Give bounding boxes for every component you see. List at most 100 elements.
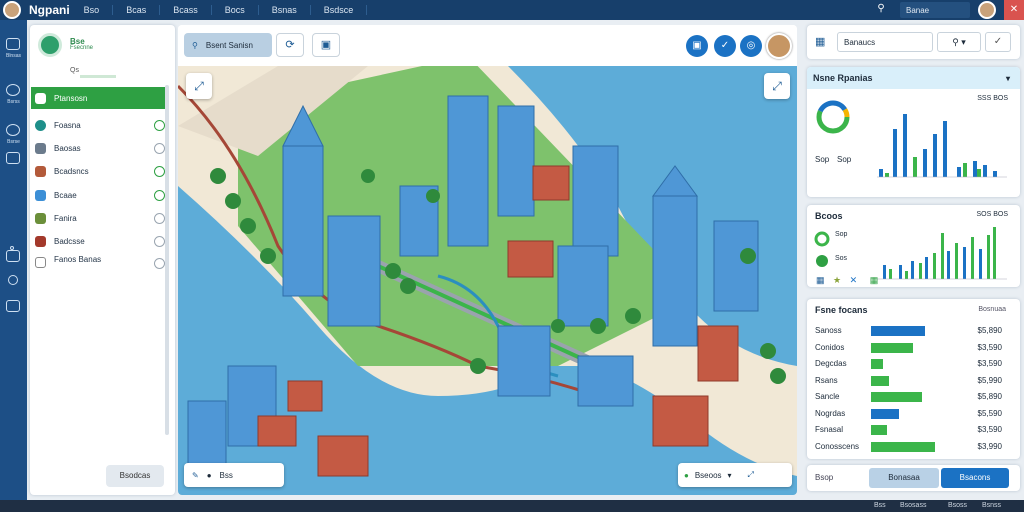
- sidebar-item-label: Badcsse: [54, 236, 85, 246]
- check-toggle[interactable]: [154, 258, 165, 269]
- card-1-stat: Sop: [837, 155, 852, 164]
- check-toggle[interactable]: [154, 165, 165, 177]
- bookmark-icon[interactable]: ▣: [686, 35, 708, 57]
- target-icon[interactable]: ◎: [740, 35, 762, 57]
- ranking-row[interactable]: Conidos $3,590: [807, 340, 1020, 356]
- scrollbar[interactable]: [165, 85, 169, 435]
- pin-icon[interactable]: ●: [207, 471, 212, 480]
- sidebar-item[interactable]: Badcsse: [31, 230, 165, 252]
- ranking-row[interactable]: Sanoss $5,890: [807, 323, 1020, 339]
- route-icon: [35, 189, 46, 201]
- tree-icon: [35, 212, 46, 224]
- top-nav-item[interactable]: Bso: [84, 5, 114, 15]
- close-icon[interactable]: ✕: [1004, 0, 1024, 20]
- map-br-label[interactable]: Bseoos: [695, 471, 722, 480]
- check-toggle[interactable]: [154, 235, 165, 247]
- map-search[interactable]: ⚲ Bsent Sanisn: [184, 33, 272, 57]
- grid-icon[interactable]: ▦: [815, 35, 825, 48]
- globe-icon[interactable]: [6, 84, 20, 96]
- card-1-stat: Sop: [815, 155, 830, 164]
- sidebar-action-button[interactable]: Bsodcas: [106, 465, 164, 487]
- sidebar-item-label: Bcadsncs: [54, 166, 89, 176]
- footer-link[interactable]: Bsop: [815, 473, 833, 482]
- legend-icon: ★: [833, 275, 842, 285]
- account-avatar[interactable]: [978, 1, 996, 19]
- sidebar-item[interactable]: Fanira: [31, 207, 165, 229]
- expand-icon[interactable]: ⤢: [186, 73, 212, 99]
- sidebar-item[interactable]: Fanos Banas: [31, 255, 165, 281]
- top-nav-item[interactable]: Bsdsce: [324, 5, 368, 15]
- top-search-field[interactable]: Banae: [900, 2, 970, 18]
- filter-icon[interactable]: ●: [684, 471, 689, 480]
- pen-icon[interactable]: ✎: [192, 471, 199, 480]
- ranking-row[interactable]: Conosscens $3,990: [807, 439, 1020, 455]
- sidebar-item-label: Fanos Banas: [54, 255, 102, 264]
- layers-icon[interactable]: [6, 124, 20, 136]
- status-item[interactable]: Bsosass: [900, 502, 926, 509]
- top-nav-item[interactable]: Bsnas: [272, 5, 311, 15]
- sidebar-item-active[interactable]: Ptansosn: [31, 87, 165, 109]
- folder-icon[interactable]: [6, 38, 20, 50]
- sidebar-item[interactable]: Bcadsncs: [31, 160, 165, 182]
- map-bl-label[interactable]: Bss: [220, 471, 233, 480]
- sidebar-item-label: Bcaae: [54, 190, 77, 200]
- ranking-row[interactable]: Rsans $5,990: [807, 373, 1020, 389]
- camera-icon[interactable]: [6, 250, 20, 262]
- ranking-row[interactable]: Sancle $5,890: [807, 389, 1020, 405]
- search-icon[interactable]: ⚲: [874, 3, 888, 17]
- chevron-down-icon[interactable]: ▾: [1006, 74, 1010, 83]
- user-avatar[interactable]: [3, 1, 21, 19]
- search-button[interactable]: ⚲ ▾: [937, 32, 981, 52]
- city-map[interactable]: [178, 66, 797, 495]
- card-1-title: Nsne Rpanias: [813, 73, 873, 83]
- primary-button[interactable]: Bsacons: [941, 468, 1009, 488]
- secondary-button[interactable]: Bonasaa: [869, 468, 939, 488]
- top-nav-item[interactable]: Bcass: [173, 5, 212, 15]
- top-nav-item[interactable]: Bcas: [126, 5, 161, 15]
- grid-icon[interactable]: [6, 300, 20, 312]
- check-button[interactable]: ✓: [985, 32, 1011, 52]
- ranking-bar: [871, 441, 935, 452]
- check-toggle[interactable]: [154, 189, 165, 201]
- card-3-hint[interactable]: Bosnuaa: [978, 306, 1006, 313]
- check-toggle[interactable]: [154, 212, 165, 224]
- status-item[interactable]: Bsoss: [948, 502, 967, 509]
- settings-icon[interactable]: [8, 275, 18, 285]
- ranking-label: Rsans: [815, 375, 838, 385]
- ranking-row[interactable]: Fsnasal $3,590: [807, 422, 1020, 438]
- profile-avatar[interactable]: [766, 33, 792, 59]
- top-nav-item[interactable]: Bocs: [225, 5, 259, 15]
- ranking-value: $5,890: [977, 326, 1002, 335]
- compass-icon[interactable]: ✓: [714, 35, 736, 57]
- panel-search-field[interactable]: Banaucs: [837, 32, 933, 52]
- sidebar-item[interactable]: Baosas: [31, 137, 165, 159]
- status-item[interactable]: Bss: [874, 502, 886, 509]
- check-toggle[interactable]: [154, 119, 165, 131]
- check-toggle[interactable]: [154, 142, 165, 154]
- house-icon: [35, 165, 46, 177]
- ranking-label: Sanoss: [815, 326, 842, 335]
- building-icon: [35, 142, 46, 154]
- chevron-down-icon[interactable]: ▾: [728, 471, 732, 480]
- ranking-row[interactable]: Degcdas $3,590: [807, 356, 1020, 372]
- screen-icon[interactable]: ▣: [312, 33, 340, 57]
- ranking-label: Degcdas: [815, 359, 847, 368]
- top-right-controls: ⚲ Banae ✕: [874, 0, 1024, 20]
- sidebar-caption: Qs: [70, 67, 79, 74]
- monitor-icon[interactable]: [6, 152, 20, 164]
- rail-label: Bsrss: [7, 99, 20, 105]
- card-1-header: Nsne Rpanias ▾: [807, 67, 1020, 89]
- fullscreen-icon[interactable]: ⤢: [764, 73, 790, 99]
- share-icon[interactable]: ⤢: [748, 470, 754, 480]
- ranking-row[interactable]: Nogrdas $5,590: [807, 406, 1020, 422]
- refresh-icon[interactable]: ⟳: [276, 33, 304, 57]
- rail-label: Bsrse: [7, 139, 20, 145]
- ranking-value: $3,590: [977, 359, 1002, 368]
- status-item[interactable]: Bsnss: [982, 502, 1001, 509]
- panel-search-label: Banaucs: [844, 38, 876, 47]
- sidebar-item-label: Ptansosn: [54, 93, 88, 103]
- sidebar-item[interactable]: Bcaae: [31, 184, 165, 206]
- sidebar-item[interactable]: Foasna: [31, 114, 165, 136]
- ranking-label: Conidos: [815, 342, 845, 352]
- ranking-bar: [871, 408, 899, 419]
